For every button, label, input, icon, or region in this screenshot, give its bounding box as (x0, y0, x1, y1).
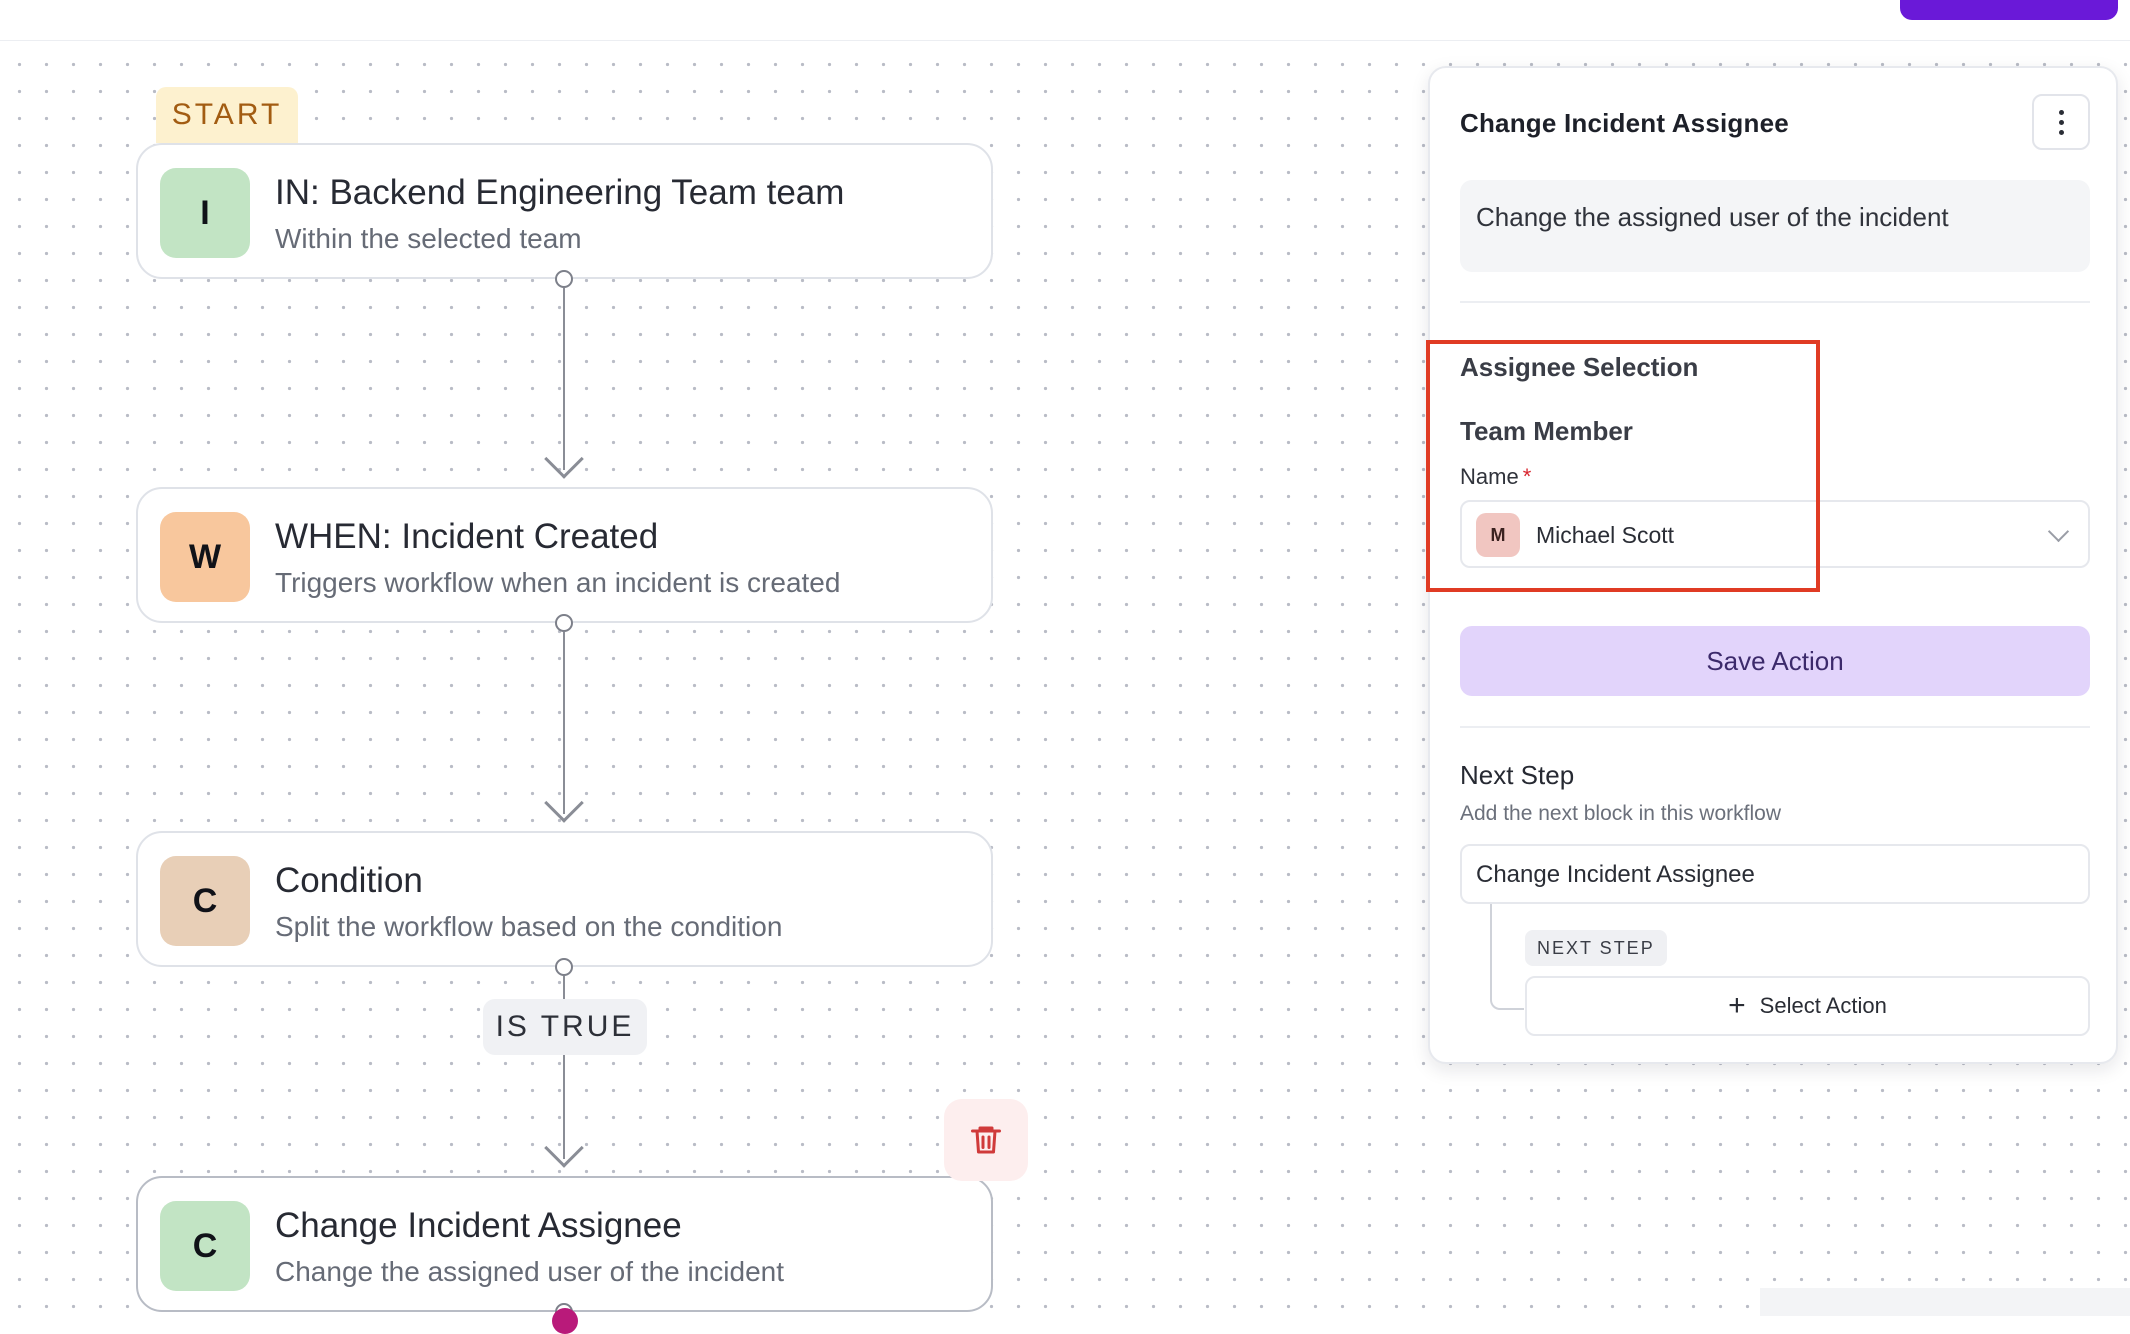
delete-node-button[interactable] (944, 1099, 1028, 1181)
node-output-handle[interactable] (555, 614, 573, 632)
node-badge: C (160, 1201, 250, 1291)
select-action-button[interactable]: + Select Action (1525, 976, 2090, 1036)
divider (1460, 726, 2090, 728)
add-node-handle[interactable] (552, 1308, 578, 1334)
node-subtitle: Within the selected team (275, 223, 582, 254)
save-action-button[interactable]: Save Action (1460, 626, 2090, 696)
assignee-select[interactable]: M Michael Scott (1460, 500, 2090, 568)
node-subtitle: Change the assigned user of the incident (275, 1256, 785, 1287)
edge-arrow-icon (544, 1128, 584, 1168)
chevron-down-icon (2047, 520, 2070, 543)
start-label: START (156, 87, 298, 143)
name-label-text: Name (1460, 464, 1519, 489)
tree-connector (1490, 904, 1524, 1010)
node-subtitle: Split the workflow based on the conditio… (275, 911, 783, 942)
primary-action-button[interactable] (1900, 0, 2118, 20)
more-options-button[interactable] (2032, 94, 2090, 150)
node-title: Change Incident Assignee (275, 1206, 682, 1245)
node-title: IN: Backend Engineering Team team (275, 173, 845, 212)
node-output-handle[interactable] (555, 270, 573, 288)
node-output-handle[interactable] (555, 958, 573, 976)
required-marker: * (1522, 464, 1532, 489)
divider (1460, 301, 2090, 303)
avatar: M (1476, 513, 1520, 557)
more-vertical-icon (2058, 109, 2064, 115)
current-block-field[interactable]: Change Incident Assignee (1460, 844, 2090, 904)
node-title: WHEN: Incident Created (275, 517, 659, 556)
edge-arrow-icon (544, 783, 584, 823)
workflow-node-trigger[interactable]: W WHEN: Incident Created Triggers workfl… (136, 487, 993, 623)
plus-icon: + (1728, 989, 1746, 1022)
branch-label: IS TRUE (483, 999, 647, 1055)
next-step-title: Next Step (1460, 760, 1575, 790)
select-action-label: Select Action (1759, 993, 1887, 1018)
top-bar (0, 0, 2130, 41)
trash-icon (971, 1126, 1001, 1154)
subsection-title: Team Member (1460, 416, 1633, 446)
selected-assignee: Michael Scott (1536, 522, 1675, 548)
node-subtitle: Triggers workflow when an incident is cr… (275, 567, 841, 598)
next-step-subtitle: Add the next block in this workflow (1460, 802, 1781, 825)
node-title: Condition (275, 861, 423, 900)
node-badge: I (160, 168, 250, 258)
workflow-node-action[interactable]: C Change Incident Assignee Change the as… (136, 1176, 993, 1312)
next-step-tag: NEXT STEP (1525, 930, 1667, 966)
workflow-node-condition[interactable]: C Condition Split the workflow based on … (136, 831, 993, 967)
panel-title: Change Incident Assignee (1460, 108, 1789, 138)
name-field-label: Name * (1460, 464, 1531, 490)
edge-arrow-icon (544, 439, 584, 479)
action-config-panel: Change Incident Assignee Change the assi… (1428, 66, 2118, 1064)
section-title: Assignee Selection (1460, 352, 1699, 382)
minimap-corner (1760, 1288, 2130, 1316)
description-field[interactable]: Change the assigned user of the incident (1460, 180, 2090, 272)
workflow-node-team[interactable]: I IN: Backend Engineering Team team With… (136, 143, 993, 279)
node-badge: W (160, 512, 250, 602)
node-badge: C (160, 856, 250, 946)
